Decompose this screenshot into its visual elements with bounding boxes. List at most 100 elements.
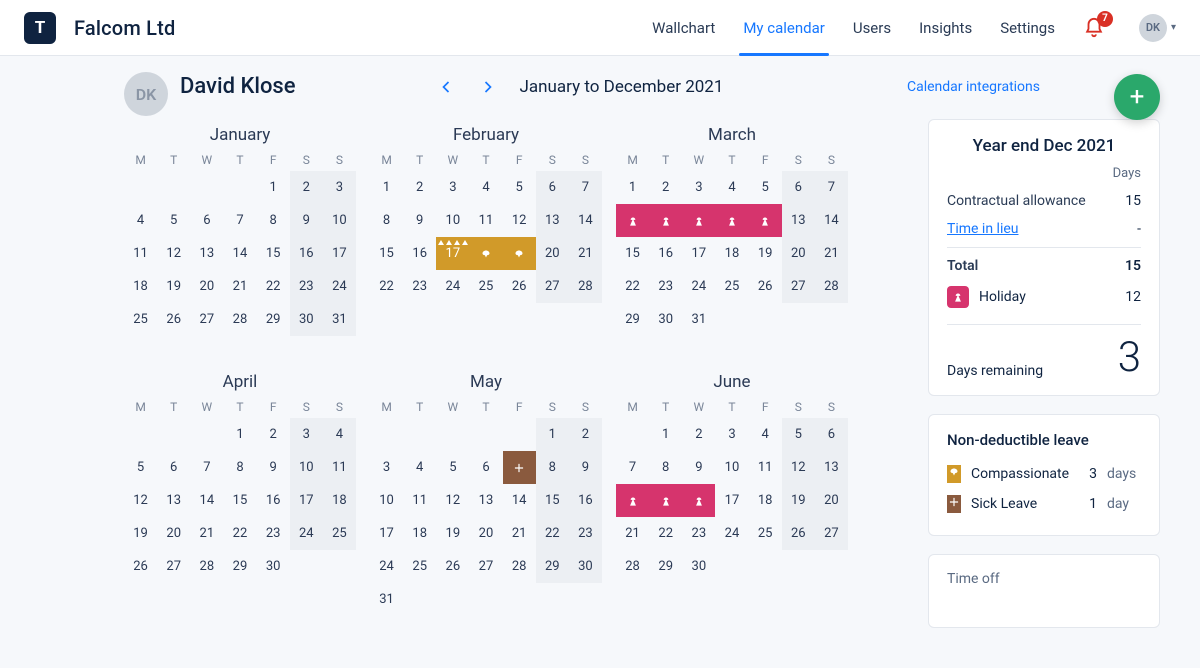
calendar-cell[interactable]: 20	[157, 517, 190, 550]
allowance-row-time-in-lieu[interactable]: Time in lieu -	[947, 215, 1141, 243]
calendar-cell[interactable]: 27	[190, 303, 223, 336]
calendar-cell[interactable]: 26	[157, 303, 190, 336]
calendar-cell[interactable]: 19	[157, 270, 190, 303]
calendar-cell[interactable]: 6	[536, 171, 569, 204]
calendar-cell[interactable]: 23	[403, 270, 436, 303]
calendar-cell[interactable]: 16	[569, 484, 602, 517]
calendar-cell[interactable]: 3	[323, 171, 356, 204]
calendar-cell[interactable]: 15	[223, 484, 256, 517]
calendar-cell[interactable]: 3	[290, 418, 323, 451]
calendar-cell[interactable]: 30	[290, 303, 323, 336]
calendar-cell[interactable]: 10	[370, 484, 403, 517]
calendar-cell[interactable]: 11	[124, 237, 157, 270]
calendar-cell[interactable]	[682, 204, 715, 237]
calendar-cell[interactable]: 18	[749, 484, 782, 517]
calendar-cell[interactable]: 22	[649, 517, 682, 550]
calendar-cell[interactable]: 13	[157, 484, 190, 517]
calendar-cell[interactable]: 10	[323, 204, 356, 237]
next-range-button[interactable]	[478, 77, 498, 97]
calendar-cell[interactable]: 25	[403, 550, 436, 583]
row-label[interactable]: Time in lieu	[947, 221, 1019, 237]
calendar-cell[interactable]: 15	[370, 237, 403, 270]
calendar-cell[interactable]: 24	[436, 270, 469, 303]
calendar-cell[interactable]: 24	[715, 517, 748, 550]
calendar-cell[interactable]: 8	[223, 451, 256, 484]
calendar-cell[interactable]: 28	[190, 550, 223, 583]
calendar-cell[interactable]: 17	[436, 237, 469, 270]
calendar-cell[interactable]: 25	[124, 303, 157, 336]
calendar-cell[interactable]	[469, 237, 502, 270]
calendar-cell[interactable]: 13	[536, 204, 569, 237]
calendar-cell[interactable]: 13	[782, 204, 815, 237]
calendar-cell[interactable]: 9	[682, 451, 715, 484]
calendar-cell[interactable]: 4	[124, 204, 157, 237]
calendar-cell[interactable]: 25	[469, 270, 502, 303]
calendar-cell[interactable]: 19	[124, 517, 157, 550]
calendar-cell[interactable]: 21	[190, 517, 223, 550]
calendar-cell[interactable]: 20	[190, 270, 223, 303]
calendar-cell[interactable]: 4	[715, 171, 748, 204]
calendar-cell[interactable]: 14	[190, 484, 223, 517]
calendar-cell[interactable]: 28	[569, 270, 602, 303]
calendar-cell[interactable]: 11	[749, 451, 782, 484]
brand-logo[interactable]: T	[24, 12, 56, 44]
calendar-cell[interactable]: 30	[682, 550, 715, 583]
calendar-cell[interactable]: 5	[782, 418, 815, 451]
calendar-cell[interactable]: 22	[536, 517, 569, 550]
calendar-cell[interactable]: 21	[503, 517, 536, 550]
calendar-cell[interactable]: 14	[815, 204, 848, 237]
calendar-cell[interactable]: 4	[469, 171, 502, 204]
nav-users[interactable]: Users	[853, 1, 891, 55]
calendar-cell[interactable]: 2	[290, 171, 323, 204]
calendar-cell[interactable]: 28	[815, 270, 848, 303]
calendar-cell[interactable]: 6	[782, 171, 815, 204]
calendar-cell[interactable]: 6	[469, 451, 502, 484]
calendar-cell[interactable]: 11	[403, 484, 436, 517]
calendar-cell[interactable]: 2	[682, 418, 715, 451]
calendar-cell[interactable]: 7	[616, 451, 649, 484]
calendar-cell[interactable]: 1	[223, 418, 256, 451]
calendar-cell[interactable]: 27	[815, 517, 848, 550]
calendar-cell[interactable]: 5	[436, 451, 469, 484]
calendar-cell[interactable]: 18	[323, 484, 356, 517]
calendar-cell[interactable]: 29	[223, 550, 256, 583]
calendar-cell[interactable]: 17	[715, 484, 748, 517]
calendar-cell[interactable]	[649, 204, 682, 237]
calendar-cell[interactable]: 3	[370, 451, 403, 484]
calendar-cell[interactable]: 17	[323, 237, 356, 270]
calendar-cell[interactable]: 20	[536, 237, 569, 270]
calendar-cell[interactable]: 1	[616, 171, 649, 204]
calendar-cell[interactable]: 30	[649, 303, 682, 336]
calendar-cell[interactable]: 10	[715, 451, 748, 484]
calendar-cell[interactable]: 20	[815, 484, 848, 517]
calendar-cell[interactable]: 5	[749, 171, 782, 204]
calendar-cell[interactable]: 28	[503, 550, 536, 583]
calendar-cell[interactable]: 16	[403, 237, 436, 270]
nav-wallchart[interactable]: Wallchart	[652, 1, 715, 55]
calendar-cell[interactable]: 22	[616, 270, 649, 303]
calendar-cell[interactable]: 3	[682, 171, 715, 204]
calendar-cell[interactable]: 23	[569, 517, 602, 550]
calendar-cell[interactable]: 12	[124, 484, 157, 517]
prev-range-button[interactable]	[436, 77, 456, 97]
calendar-cell[interactable]: 14	[223, 237, 256, 270]
calendar-cell[interactable]: 9	[290, 204, 323, 237]
calendar-cell[interactable]: 31	[323, 303, 356, 336]
calendar-cell[interactable]: 21	[616, 517, 649, 550]
calendar-cell[interactable]: 23	[290, 270, 323, 303]
calendar-cell[interactable]: 29	[649, 550, 682, 583]
calendar-cell[interactable]: 1	[257, 171, 290, 204]
calendar-cell[interactable]: 12	[782, 451, 815, 484]
calendar-cell[interactable]: 8	[649, 451, 682, 484]
calendar-cell[interactable]: 26	[436, 550, 469, 583]
calendar-cell[interactable]: 29	[536, 550, 569, 583]
calendar-cell[interactable]: 14	[569, 204, 602, 237]
calendar-cell[interactable]: 27	[782, 270, 815, 303]
calendar-cell[interactable]: 18	[403, 517, 436, 550]
calendar-cell[interactable]: 27	[536, 270, 569, 303]
calendar-cell[interactable]: 8	[370, 204, 403, 237]
calendar-cell[interactable]: 26	[782, 517, 815, 550]
calendar-cell[interactable]	[503, 451, 536, 484]
calendar-cell[interactable]: 1	[649, 418, 682, 451]
calendar-cell[interactable]: 31	[370, 583, 403, 616]
